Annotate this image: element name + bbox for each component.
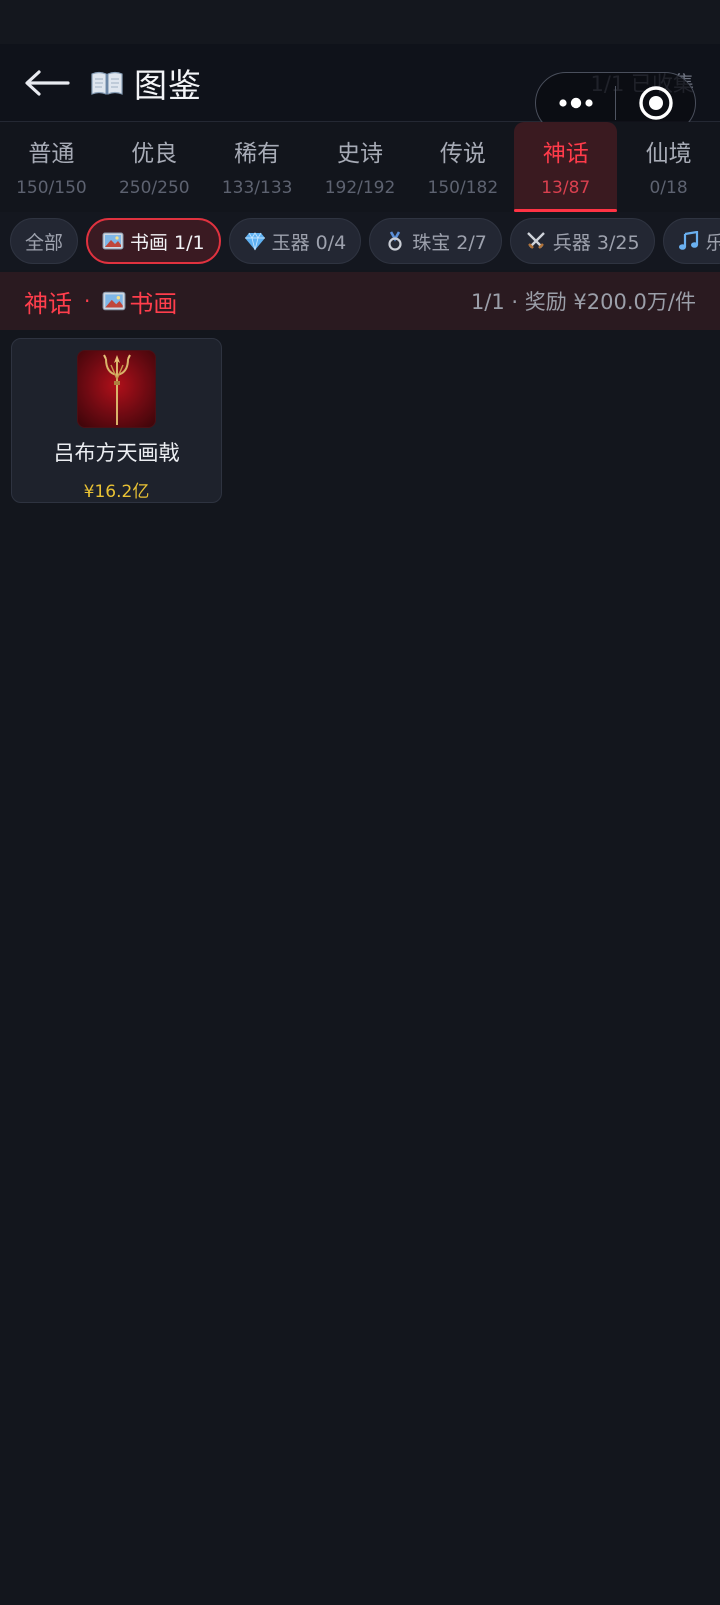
tab-good[interactable]: 优良 250/250 (103, 122, 206, 212)
medal-icon (388, 231, 402, 251)
painting-icon (102, 291, 126, 311)
chip-label: 书画 1/1 (130, 231, 205, 254)
tab-label: 史诗 (337, 141, 383, 167)
section-rarity: 神话 (24, 289, 72, 318)
arrow-left-icon (25, 69, 70, 96)
tab-label: 普通 (28, 141, 75, 167)
tab-label: 神话 (542, 141, 589, 167)
painting-icon (102, 232, 124, 250)
section-dot: · (84, 289, 91, 313)
page-title: 图鉴 (134, 65, 202, 105)
tab-label: 稀有 (234, 141, 281, 167)
item-card[interactable]: 吕布方天画戟 ¥16.2亿 (11, 338, 222, 503)
tab-count: 150/150 (16, 178, 87, 198)
tab-epic[interactable]: 史诗 192/192 (309, 122, 412, 212)
chip-label: 乐 (705, 231, 720, 254)
tab-fairyland[interactable]: 仙境 0/18 (617, 122, 720, 212)
tab-label: 优良 (131, 141, 178, 167)
tab-label: 仙境 (645, 141, 692, 167)
status-bar-area (0, 0, 720, 44)
rarity-tabs: 普通 150/150 优良 250/250 稀有 133/133 史诗 192/… (0, 122, 720, 212)
open-book-icon (91, 71, 123, 95)
chip-jewelry[interactable]: 珠宝 2/7 (369, 218, 502, 264)
tab-count: 13/87 (541, 178, 591, 198)
crossed-swords-icon (527, 232, 545, 249)
tab-legendary[interactable]: 传说 150/182 (411, 122, 514, 212)
tab-count: 250/250 (118, 178, 190, 198)
item-grid: 吕布方天画戟 ¥16.2亿 (0, 330, 720, 511)
chip-all[interactable]: 全部 (10, 218, 79, 264)
tab-rare[interactable]: 稀有 133/133 (206, 122, 309, 212)
more-dots-icon (558, 97, 593, 109)
tab-count: 133/133 (221, 178, 293, 198)
tab-label: 传说 (439, 141, 486, 167)
music-note-icon (678, 231, 698, 250)
target-circle-icon (638, 86, 673, 120)
chip-label: 全部 (25, 231, 64, 254)
back-button[interactable] (24, 63, 72, 103)
section-category: 书画 (129, 289, 178, 318)
tab-common[interactable]: 普通 150/150 (0, 122, 103, 212)
page: 图鉴 1/1 已收集 普通 150/150 (0, 0, 720, 1605)
category-chips: 全部 书画 1/1 玉器 0/4 珠宝 2/7 兵器 3/25 乐 (0, 212, 720, 270)
chip-label: 玉器 0/4 (271, 231, 347, 254)
tab-count: 0/18 (649, 178, 688, 198)
item-thumbnail (77, 350, 156, 428)
chip-label: 兵器 3/25 (552, 231, 640, 254)
tab-count: 150/182 (427, 178, 499, 198)
chip-weapons[interactable]: 兵器 3/25 (509, 218, 655, 264)
tab-count: 192/192 (324, 178, 396, 198)
chip-music[interactable]: 乐 (662, 218, 720, 264)
section-summary: 1/1 · 奖励 ¥200.0万/件 (470, 290, 696, 314)
item-price: ¥16.2亿 (83, 482, 150, 502)
gem-icon (244, 232, 265, 251)
section-header: 神话 · 书画 1/1 · 奖励 ¥200.0万/件 (0, 272, 720, 330)
section-title: 神话 · 书画 (24, 284, 177, 319)
chip-painting[interactable]: 书画 1/1 (86, 218, 221, 264)
chip-jade[interactable]: 玉器 0/4 (228, 218, 362, 264)
chip-label: 珠宝 2/7 (412, 231, 487, 254)
halberd-icon (102, 354, 131, 425)
item-name: 吕布方天画戟 (53, 441, 180, 465)
tab-mythic[interactable]: 神话 13/87 (514, 122, 618, 212)
header: 图鉴 1/1 已收集 (0, 44, 720, 134)
